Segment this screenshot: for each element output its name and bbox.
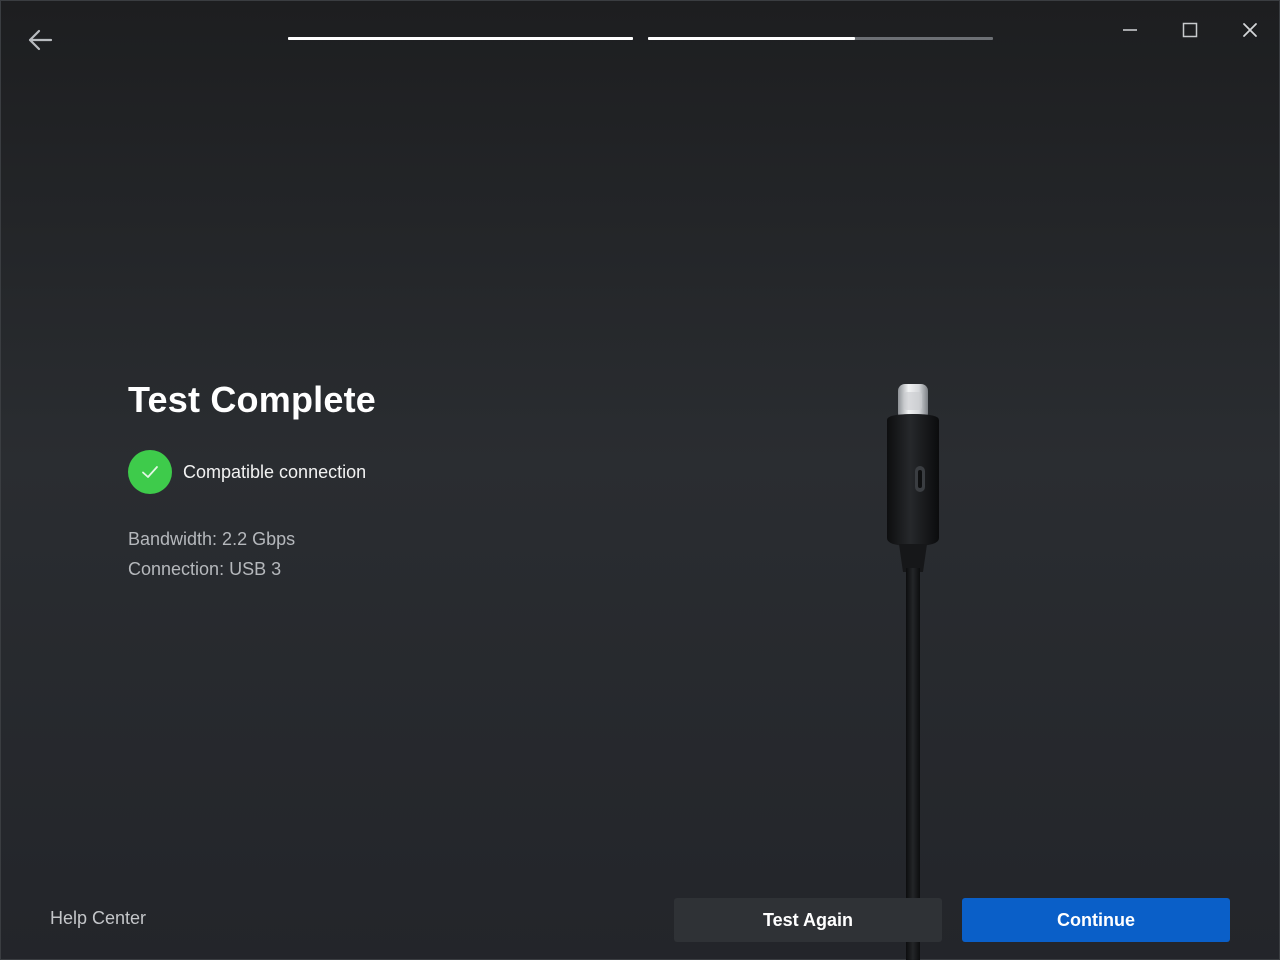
progress-step-2 — [648, 37, 993, 40]
arrow-left-icon — [28, 29, 53, 51]
minimize-button[interactable] — [1108, 12, 1152, 48]
bandwidth-detail: Bandwidth: 2.2 Gbps — [128, 529, 296, 549]
minimize-icon — [1123, 29, 1137, 31]
status-text: Compatible connection — [183, 461, 367, 482]
connection-type-detail: Connection: USB 3 — [128, 559, 282, 579]
progress-step-2-fill — [648, 37, 855, 40]
test-again-button[interactable]: Test Again — [674, 898, 942, 942]
close-button[interactable] — [1228, 12, 1272, 48]
back-button[interactable] — [22, 22, 58, 58]
progress-step-1-fill — [288, 37, 633, 40]
maximize-button[interactable] — [1168, 12, 1212, 48]
usb-c-cable-icon — [887, 384, 939, 960]
status-row: Compatible connection — [128, 450, 648, 494]
result-panel: Test Complete Compatible connection Band… — [128, 374, 648, 584]
page-title: Test Complete — [128, 379, 376, 420]
continue-button[interactable]: Continue — [962, 898, 1230, 942]
check-icon — [142, 466, 158, 478]
status-badge — [128, 450, 172, 494]
maximize-icon — [1182, 22, 1198, 38]
progress-step-1 — [288, 37, 633, 40]
close-icon — [1243, 23, 1257, 37]
connection-details: Bandwidth: 2.2 Gbps Connection: USB 3 — [128, 524, 648, 584]
help-center-link[interactable]: Help Center — [50, 908, 146, 929]
